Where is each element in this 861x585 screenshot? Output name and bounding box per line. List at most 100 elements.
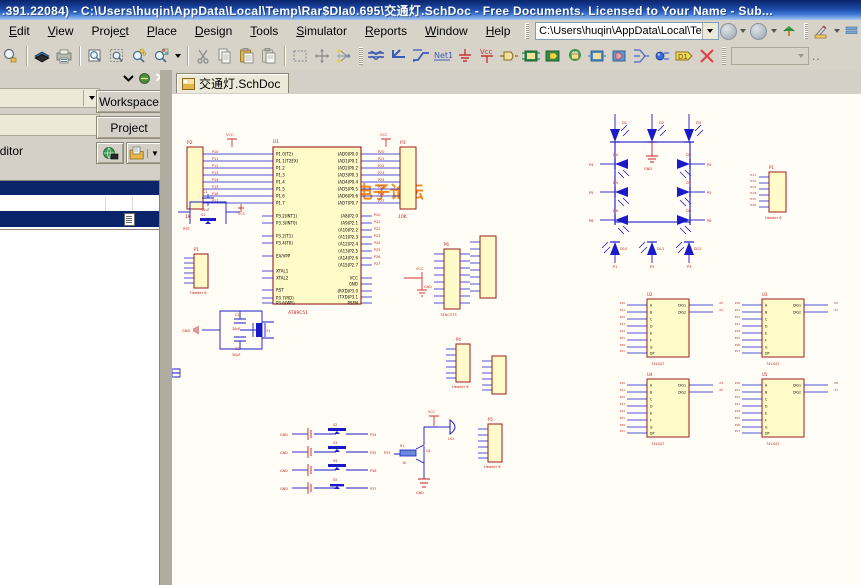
svg-text:P14: P14	[620, 409, 625, 413]
panel-splitter[interactable]	[160, 70, 172, 585]
layers-button[interactable]	[843, 21, 861, 41]
device-sheet-icon[interactable]	[564, 45, 586, 67]
svg-text:P25: P25	[374, 248, 380, 252]
select-area-icon[interactable]	[289, 45, 311, 67]
annotate-icon[interactable]: D1	[674, 45, 696, 67]
svg-text:D6: D6	[613, 209, 619, 213]
svg-text:P24: P24	[378, 178, 384, 182]
edit-tools-button[interactable]	[812, 21, 830, 41]
workspace-button[interactable]: Workspace	[96, 90, 162, 113]
forward-history-chevron-icon[interactable]	[770, 29, 777, 33]
svg-text:Y1: Y1	[266, 329, 270, 333]
gnd-power-icon[interactable]	[454, 45, 476, 67]
toolbar-combo[interactable]	[731, 47, 809, 65]
align-icon[interactable]	[333, 45, 355, 67]
svg-text:XTAL1: XTAL1	[276, 269, 289, 274]
tab-schematic-document[interactable]: 交通灯.SchDoc	[176, 73, 290, 93]
edit-tools-chevron-icon[interactable]	[833, 29, 840, 33]
bus-icon[interactable]	[388, 45, 410, 67]
zoom-in-icon[interactable]	[128, 45, 150, 67]
print-preview-icon[interactable]	[53, 45, 75, 67]
menu-help[interactable]: Help	[477, 21, 520, 41]
menu-simulator[interactable]: Simulator	[287, 21, 356, 41]
delete-icon[interactable]	[696, 45, 718, 67]
sheet-entry-icon[interactable]	[542, 45, 564, 67]
svg-text:DIG2: DIG2	[793, 391, 801, 395]
project-field[interactable]	[0, 114, 100, 136]
tree-row-documents[interactable]: cuments	[0, 195, 159, 211]
zoom-document-icon[interactable]	[84, 45, 106, 67]
move-icon[interactable]	[311, 45, 333, 67]
menu-reports[interactable]: Reports	[356, 21, 416, 41]
wire-icon[interactable]	[366, 45, 388, 67]
sheet-symbol-icon[interactable]	[520, 45, 542, 67]
menu-design[interactable]: Design	[186, 21, 241, 41]
sheet-port-icon[interactable]	[608, 45, 630, 67]
no-erc-icon[interactable]	[630, 45, 652, 67]
panel-menu-chevron-icon[interactable]	[120, 71, 136, 85]
tree-cell	[132, 195, 159, 211]
toolbar-grip-3[interactable]	[359, 47, 363, 65]
svg-text:DP: DP	[765, 352, 769, 356]
bus-entry-icon[interactable]	[410, 45, 432, 67]
zoom-options-chevron-icon[interactable]	[172, 45, 183, 67]
chevron-down-icon[interactable]	[701, 23, 718, 39]
layers-icon[interactable]	[31, 45, 53, 67]
menu-edit[interactable]: Edit	[0, 21, 39, 41]
svg-text:R1: R1	[400, 444, 405, 448]
svg-text:F: F	[765, 419, 767, 423]
svg-text:P16: P16	[735, 343, 740, 347]
svg-text:VCC: VCC	[226, 133, 234, 137]
navigate-forward-button[interactable]	[749, 21, 768, 41]
schematic-canvas[interactable]: 51黑电子论坛 U1 AT89C51 P1.0(T2) P1.1(T2EX) P…	[172, 94, 861, 585]
tree-row-schdoc[interactable]: SchDoc	[0, 211, 159, 227]
menu-view[interactable]: View	[39, 21, 83, 41]
globe-project-icon[interactable]	[96, 142, 124, 164]
document-path-combo[interactable]: C:\Users\huqin\AppData\Local\Te	[535, 22, 719, 40]
paste-icon[interactable]	[236, 45, 258, 67]
svg-text:(A13)P2.5: (A13)P2.5	[338, 249, 358, 254]
toolbar-grip[interactable]	[525, 23, 530, 39]
svg-text:P26: P26	[378, 192, 384, 196]
zoom-area-icon[interactable]	[106, 45, 128, 67]
copy-icon[interactable]	[214, 45, 236, 67]
svg-text:P17: P17	[620, 429, 625, 433]
svg-text:(AD2)P0.2: (AD2)P0.2	[338, 166, 359, 171]
port-icon[interactable]	[586, 45, 608, 67]
net-label-icon[interactable]: Net1	[432, 45, 454, 67]
svg-text:P22: P22	[374, 227, 380, 231]
panel-pin-icon[interactable]	[136, 71, 152, 85]
menu-window[interactable]: Window	[416, 21, 477, 41]
zoom-out-icon[interactable]	[150, 45, 172, 67]
place-part-icon[interactable]	[498, 45, 520, 67]
svg-text:F: F	[650, 419, 652, 423]
open-project-icon[interactable]: ▼	[126, 142, 162, 164]
open-document-icon[interactable]	[0, 45, 22, 67]
svg-text:P26: P26	[374, 255, 380, 259]
open-project-chevron-icon[interactable]: ▼	[147, 148, 159, 158]
svg-text:U3: U3	[762, 292, 768, 297]
probe-icon[interactable]	[652, 45, 674, 67]
paste-special-icon[interactable]	[258, 45, 280, 67]
vcc-power-icon[interactable]: Vcc	[476, 45, 498, 67]
navigate-back-button[interactable]	[719, 21, 737, 41]
svg-text:P1.3: P1.3	[276, 173, 285, 178]
svg-text:GND: GND	[416, 491, 424, 495]
toolbar-combo-chevron-icon[interactable]	[794, 48, 808, 64]
menu-place[interactable]: Place	[138, 21, 186, 41]
menu-tools[interactable]: Tools	[241, 21, 287, 41]
svg-text:E: E	[765, 332, 767, 336]
back-history-chevron-icon[interactable]	[740, 29, 747, 33]
toolbar-grip-2[interactable]	[804, 23, 809, 39]
cut-icon[interactable]	[192, 45, 214, 67]
home-button[interactable]	[780, 21, 798, 41]
toolbar-overflow-icon[interactable]: ..	[809, 49, 824, 63]
toolbar-grip-4[interactable]	[722, 47, 726, 65]
back-arrow-icon	[719, 22, 737, 40]
svg-text:VCC: VCC	[428, 410, 436, 414]
svg-text:P12: P12	[620, 315, 625, 319]
workspace-combo[interactable]: rk	[0, 88, 100, 108]
svg-text:B: B	[650, 391, 652, 395]
menu-project[interactable]: Project	[83, 21, 138, 41]
project-button[interactable]: Project	[96, 116, 162, 139]
